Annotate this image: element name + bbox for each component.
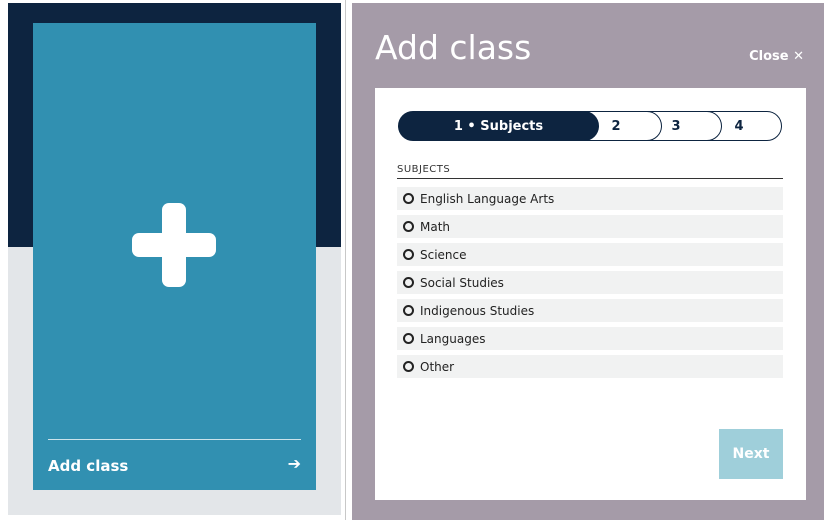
radio-icon[interactable] bbox=[403, 221, 414, 232]
step-1-subjects[interactable]: 1 • Subjects bbox=[398, 111, 599, 141]
radio-icon[interactable] bbox=[403, 333, 414, 344]
subject-option-languages[interactable]: Languages bbox=[397, 327, 783, 350]
subject-option-other[interactable]: Other bbox=[397, 355, 783, 378]
subject-option-science[interactable]: Science bbox=[397, 243, 783, 266]
subject-list: English Language Arts Math Science Socia… bbox=[397, 187, 783, 383]
subjects-rule bbox=[397, 178, 783, 179]
arrow-right-icon: ➔ bbox=[287, 454, 301, 473]
add-class-card-label: Add class bbox=[48, 457, 129, 475]
radio-icon[interactable] bbox=[403, 277, 414, 288]
add-class-card[interactable]: Add class ➔ bbox=[33, 23, 316, 490]
subject-option-social-studies[interactable]: Social Studies bbox=[397, 271, 783, 294]
subject-label: Math bbox=[420, 219, 451, 234]
card-divider bbox=[48, 439, 301, 440]
subject-label: Science bbox=[420, 247, 467, 262]
radio-icon[interactable] bbox=[403, 193, 414, 204]
plus-icon bbox=[132, 203, 216, 287]
subject-option-math[interactable]: Math bbox=[397, 215, 783, 238]
radio-icon[interactable] bbox=[403, 361, 414, 372]
radio-icon[interactable] bbox=[403, 249, 414, 260]
subject-label: Languages bbox=[420, 331, 486, 346]
subject-option-english-language-arts[interactable]: English Language Arts bbox=[397, 187, 783, 210]
radio-icon[interactable] bbox=[403, 305, 414, 316]
subject-label: Other bbox=[420, 359, 455, 374]
class-grid-panel: Add class ➔ bbox=[8, 3, 341, 515]
subjects-heading: SUBJECTS bbox=[397, 164, 451, 175]
subject-option-indigenous-studies[interactable]: Indigenous Studies bbox=[397, 299, 783, 322]
next-button[interactable]: Next bbox=[719, 429, 783, 479]
close-button[interactable]: Close ✕ bbox=[749, 49, 804, 64]
subject-label: Social Studies bbox=[420, 275, 504, 290]
subject-label: English Language Arts bbox=[420, 191, 555, 206]
divider bbox=[345, 0, 346, 520]
subject-label: Indigenous Studies bbox=[420, 303, 535, 318]
stepper: 4 3 2 1 • Subjects bbox=[398, 111, 782, 141]
modal-content: 4 3 2 1 • Subjects SUBJECTS English Lang… bbox=[375, 88, 806, 500]
modal-title: Add class bbox=[375, 28, 532, 67]
add-class-modal: Add class Close ✕ 4 3 2 1 • Subjects SUB… bbox=[352, 3, 824, 520]
